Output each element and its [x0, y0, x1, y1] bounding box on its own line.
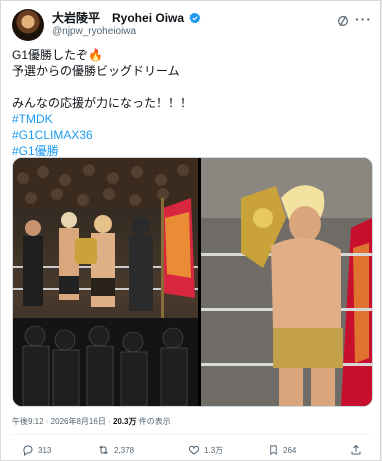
bookmark-icon [270, 445, 277, 455]
tweet-card: 大岩陵平 Ryohei Oiwa @njpw_ryoheioiwa ··· G1優… [0, 0, 381, 461]
tweet-header: 大岩陵平 Ryohei Oiwa @njpw_ryoheioiwa ··· [12, 9, 372, 43]
photo-1-art [13, 158, 198, 406]
heart-icon [188, 445, 200, 455]
repost-count: 2,378 [114, 445, 135, 455]
avatar[interactable] [12, 9, 44, 41]
tweet-line: みんなの応援が力になった！！！ [12, 96, 193, 110]
repost-icon [99, 445, 108, 455]
verified-badge-icon [189, 12, 201, 24]
like-button[interactable]: 1.3万 [188, 444, 223, 456]
tweet-line: 予選からの優勝ビッグドリーム [12, 64, 180, 78]
hashtag-link[interactable]: #TMDK [12, 111, 372, 127]
view-count: 20.3万 [112, 417, 137, 426]
author-name-ja[interactable]: 大岩陵平 [52, 11, 100, 25]
hashtag-link[interactable]: #G1CLIMAX36 [12, 127, 372, 143]
author-names[interactable]: 大岩陵平 Ryohei Oiwa [52, 11, 201, 25]
action-bar: 313 2,378 1.3万 264 [12, 444, 369, 460]
bookmark-count: 264 [283, 445, 297, 455]
divider [12, 434, 369, 435]
tweet-meta: 午後9:12 · 2026年8月16日 · 20.3万 件の表示 [12, 416, 171, 427]
bookmark-button[interactable]: 264 [268, 444, 296, 456]
photo-2-art [201, 158, 372, 406]
view-label: 件の表示 [136, 417, 171, 426]
grok-icon[interactable] [336, 14, 350, 28]
more-icon[interactable]: ··· [355, 11, 372, 27]
photo-2[interactable] [201, 158, 372, 406]
media-grid [12, 157, 373, 407]
author-name-en[interactable]: Ryohei Oiwa [112, 11, 184, 25]
author-handle[interactable]: @njpw_ryoheioiwa [52, 25, 201, 39]
tweet-text: G1優勝したぞ🔥 予選からの優勝ビッグドリーム みんなの応援が力になった！！！ … [12, 47, 372, 159]
share-button[interactable] [350, 444, 362, 456]
photo-1[interactable] [13, 158, 198, 406]
reply-count: 313 [38, 445, 52, 455]
tweet-line: G1優勝したぞ🔥 [12, 48, 103, 62]
share-icon [351, 444, 361, 455]
tweet-timestamp[interactable]: 午後9:12 · 2026年8月16日 · [12, 417, 113, 426]
reply-icon [23, 445, 33, 456]
repost-button[interactable]: 2,378 [97, 444, 134, 456]
like-count: 1.3万 [204, 445, 224, 455]
author-block: 大岩陵平 Ryohei Oiwa @njpw_ryoheioiwa [52, 11, 201, 39]
reply-button[interactable]: 313 [22, 444, 51, 456]
